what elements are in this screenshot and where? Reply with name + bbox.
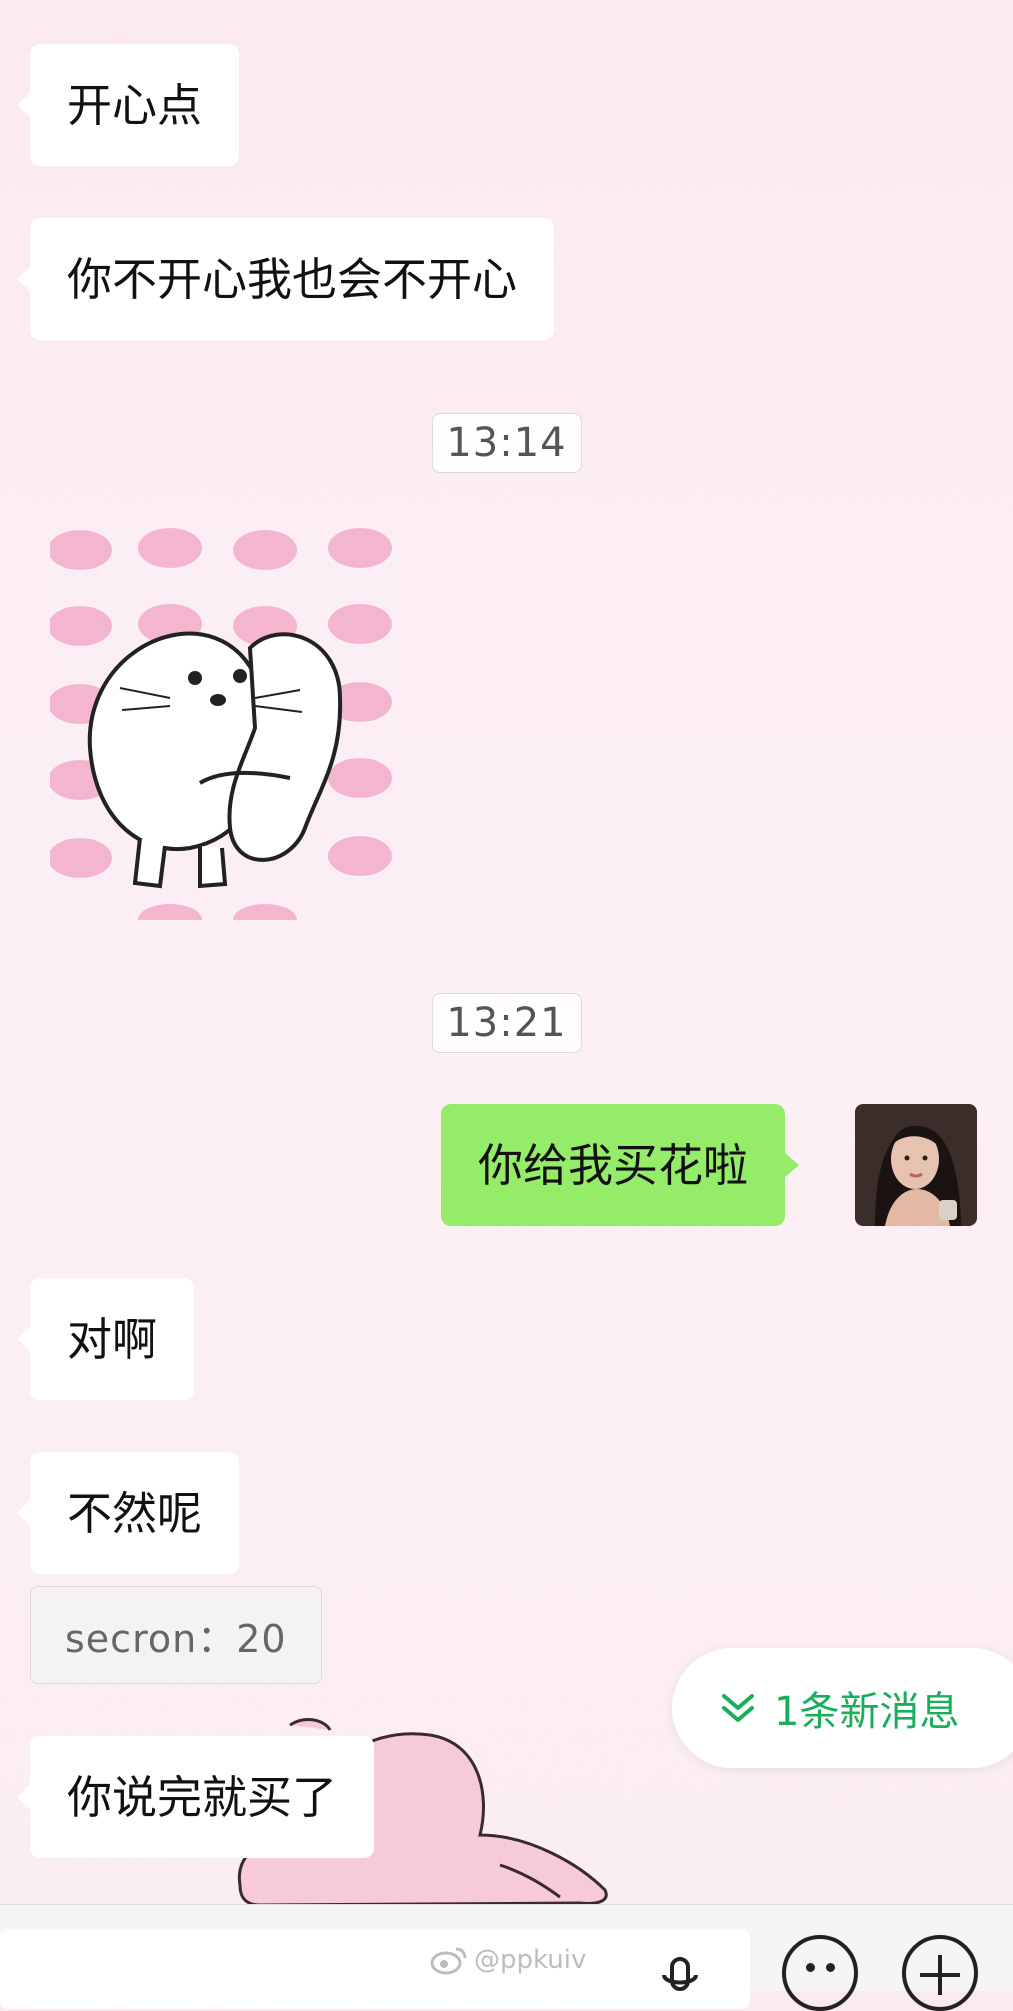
- message-bubble-incoming[interactable]: 不然呢: [16, 1452, 240, 1574]
- quoted-reply[interactable]: secron：20: [30, 1586, 322, 1684]
- avatar[interactable]: [855, 1104, 977, 1226]
- avatar-photo: [855, 1104, 977, 1226]
- message-input[interactable]: [0, 1929, 750, 2009]
- message-text: 你不开心我也会不开心: [67, 252, 518, 306]
- message-text: 你给我买花啦: [478, 1138, 749, 1192]
- message-bubble-outgoing[interactable]: 你给我买花啦: [441, 1104, 800, 1226]
- message-bubble-incoming[interactable]: 开心点: [16, 44, 240, 166]
- watermark: @ppkuiv: [430, 1945, 586, 1975]
- message-text: 不然呢: [67, 1486, 203, 1540]
- new-message-button[interactable]: 1条新消息: [672, 1648, 1013, 1768]
- message-text: 你说完就买了: [67, 1770, 338, 1824]
- plus-icon[interactable]: [902, 1935, 978, 2011]
- seal-hug-sticker: [50, 528, 392, 920]
- message-text: 开心点: [67, 78, 203, 132]
- sticker-message[interactable]: [50, 528, 400, 920]
- message-bubble-incoming[interactable]: 你说完就买了: [16, 1736, 375, 1858]
- double-chevron-down-icon: [722, 1694, 754, 1722]
- message-text: 对啊: [67, 1312, 158, 1366]
- weibo-icon: [430, 1947, 467, 1975]
- message-bubble-incoming[interactable]: 你不开心我也会不开心: [16, 218, 555, 340]
- new-message-label: 1条新消息: [774, 1689, 960, 1735]
- emoji-icon[interactable]: [782, 1935, 858, 2011]
- timestamp: 13:14: [431, 413, 582, 473]
- input-bar: @ppkuiv: [0, 1904, 1013, 2011]
- quoted-text: secron：20: [65, 1616, 287, 1661]
- message-bubble-incoming[interactable]: 对啊: [16, 1278, 195, 1400]
- timestamp: 13:21: [431, 993, 582, 1053]
- voice-icon[interactable]: [660, 1955, 700, 1991]
